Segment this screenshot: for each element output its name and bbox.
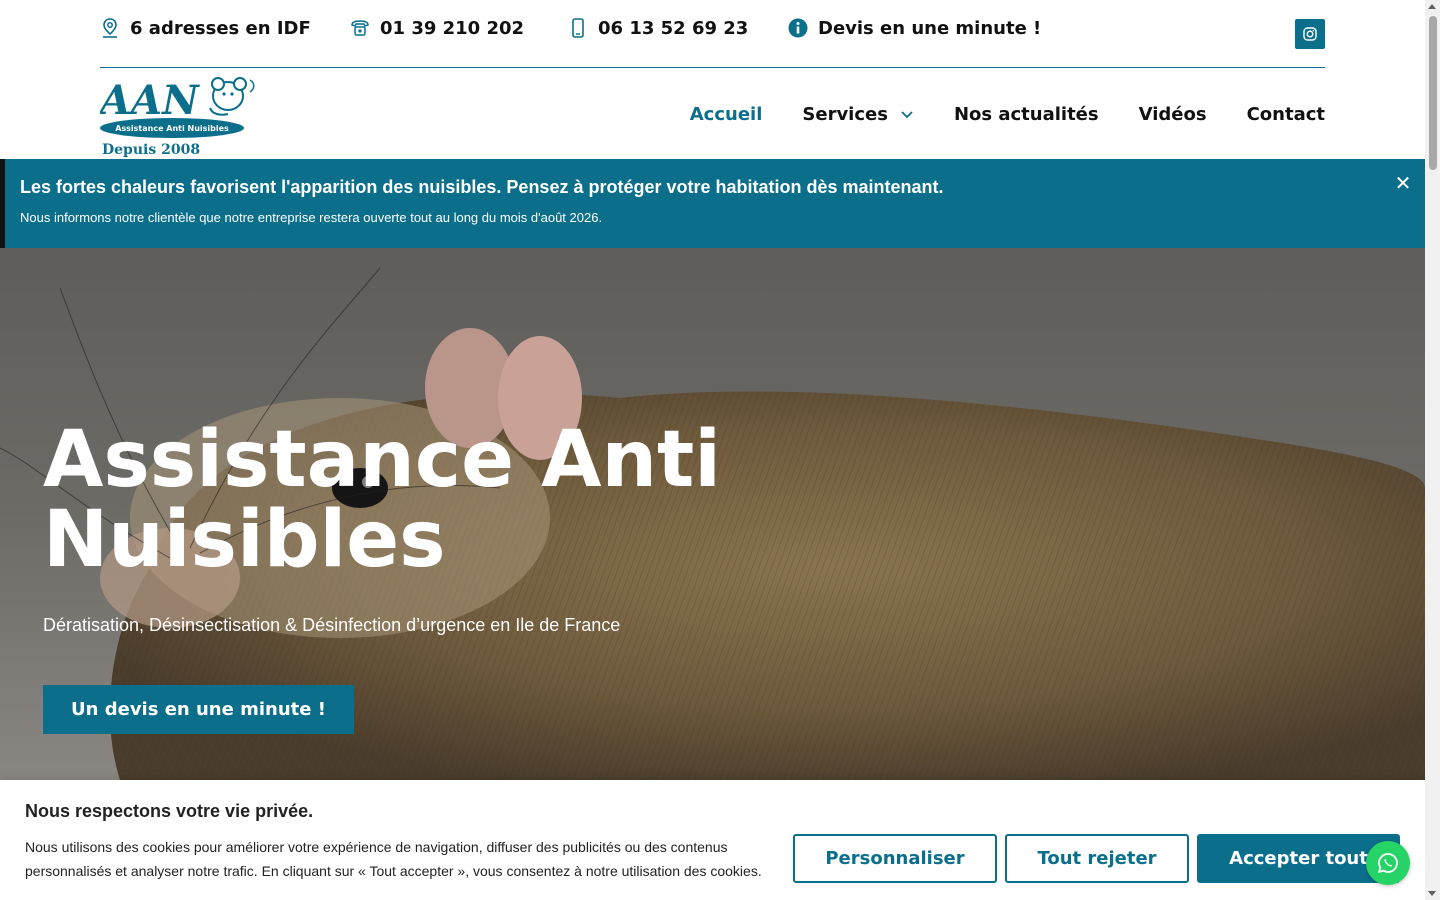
whatsapp-button[interactable] [1366,841,1410,885]
logo-letters: AAN [100,77,200,124]
hero-section: Assistance Anti Nuisibles Dératisation, … [0,248,1425,780]
cookie-customize-button[interactable]: Personnaliser [793,834,997,883]
mobile-phone-icon [568,17,588,39]
hero-subtitle: Dératisation, Désinsectisation & Désinfe… [43,615,621,635]
top-info-bar: 6 adresses en IDF 01 39 210 202 06 13 52… [100,0,1325,68]
quote-cta-button[interactable]: Un devis en une minute ! [43,685,354,734]
landline-label: 01 39 210 202 [380,17,525,39]
main-header: AAN Assistance Anti Nuisibles Depuis 200… [96,68,1325,159]
cookie-reject-button[interactable]: Tout rejeter [1005,834,1189,883]
alert-message: Nous informons notre clientèle que notre… [20,210,603,225]
nav-item-services-label: Services [802,104,888,125]
scroll-up-icon[interactable] [1428,4,1436,9]
cookie-banner: Nous respectons votre vie privée. Nous u… [0,780,1425,900]
addresses-info[interactable]: 6 adresses en IDF [100,17,311,39]
main-nav: Accueil Services Nos actualités Vidéos C… [690,104,1325,125]
quote-label: Devis en une minute ! [818,17,1042,39]
nav-item-contact[interactable]: Contact [1247,104,1325,125]
phone-icon [350,17,370,39]
hero-title: Assistance Anti Nuisibles [43,420,943,580]
scrollbar-thumb[interactable] [1429,16,1437,170]
page-scrollbar[interactable] [1425,0,1440,900]
chevron-down-icon [901,110,913,118]
logo-tagline: Assistance Anti Nuisibles [115,124,229,133]
close-icon[interactable]: ✕ [1393,173,1413,193]
nav-item-accueil[interactable]: Accueil [690,104,763,125]
logo-since: Depuis 2008 [102,142,200,158]
instagram-icon [1303,27,1317,41]
landline-info[interactable]: 01 39 210 202 [350,17,524,39]
quote-info[interactable]: Devis en une minute ! [788,17,1041,39]
alert-banner: Les fortes chaleurs favorisent l'apparit… [0,159,1425,248]
hero-title-line2: Nuisibles [43,495,446,585]
whatsapp-icon [1377,853,1398,874]
scroll-down-icon[interactable] [1428,891,1436,896]
location-pin-icon [100,17,120,39]
instagram-link[interactable] [1295,19,1325,49]
cookie-title: Nous respectons votre vie privée. [25,801,314,821]
alert-title: Les fortes chaleurs favorisent l'apparit… [20,177,944,197]
mobile-info[interactable]: 06 13 52 69 23 [568,17,748,39]
nav-item-videos[interactable]: Vidéos [1139,104,1207,125]
hero-title-line1: Assistance Anti [43,415,722,505]
nav-item-services[interactable]: Services [802,104,914,125]
nav-item-actualites[interactable]: Nos actualités [954,104,1099,125]
site-logo[interactable]: AAN Assistance Anti Nuisibles Depuis 200… [96,74,260,158]
info-icon [788,17,808,39]
cookie-text: Nous utilisons des cookies pour améliore… [25,839,762,879]
addresses-label: 6 adresses en IDF [130,17,311,39]
mobile-label: 06 13 52 69 23 [598,17,749,39]
